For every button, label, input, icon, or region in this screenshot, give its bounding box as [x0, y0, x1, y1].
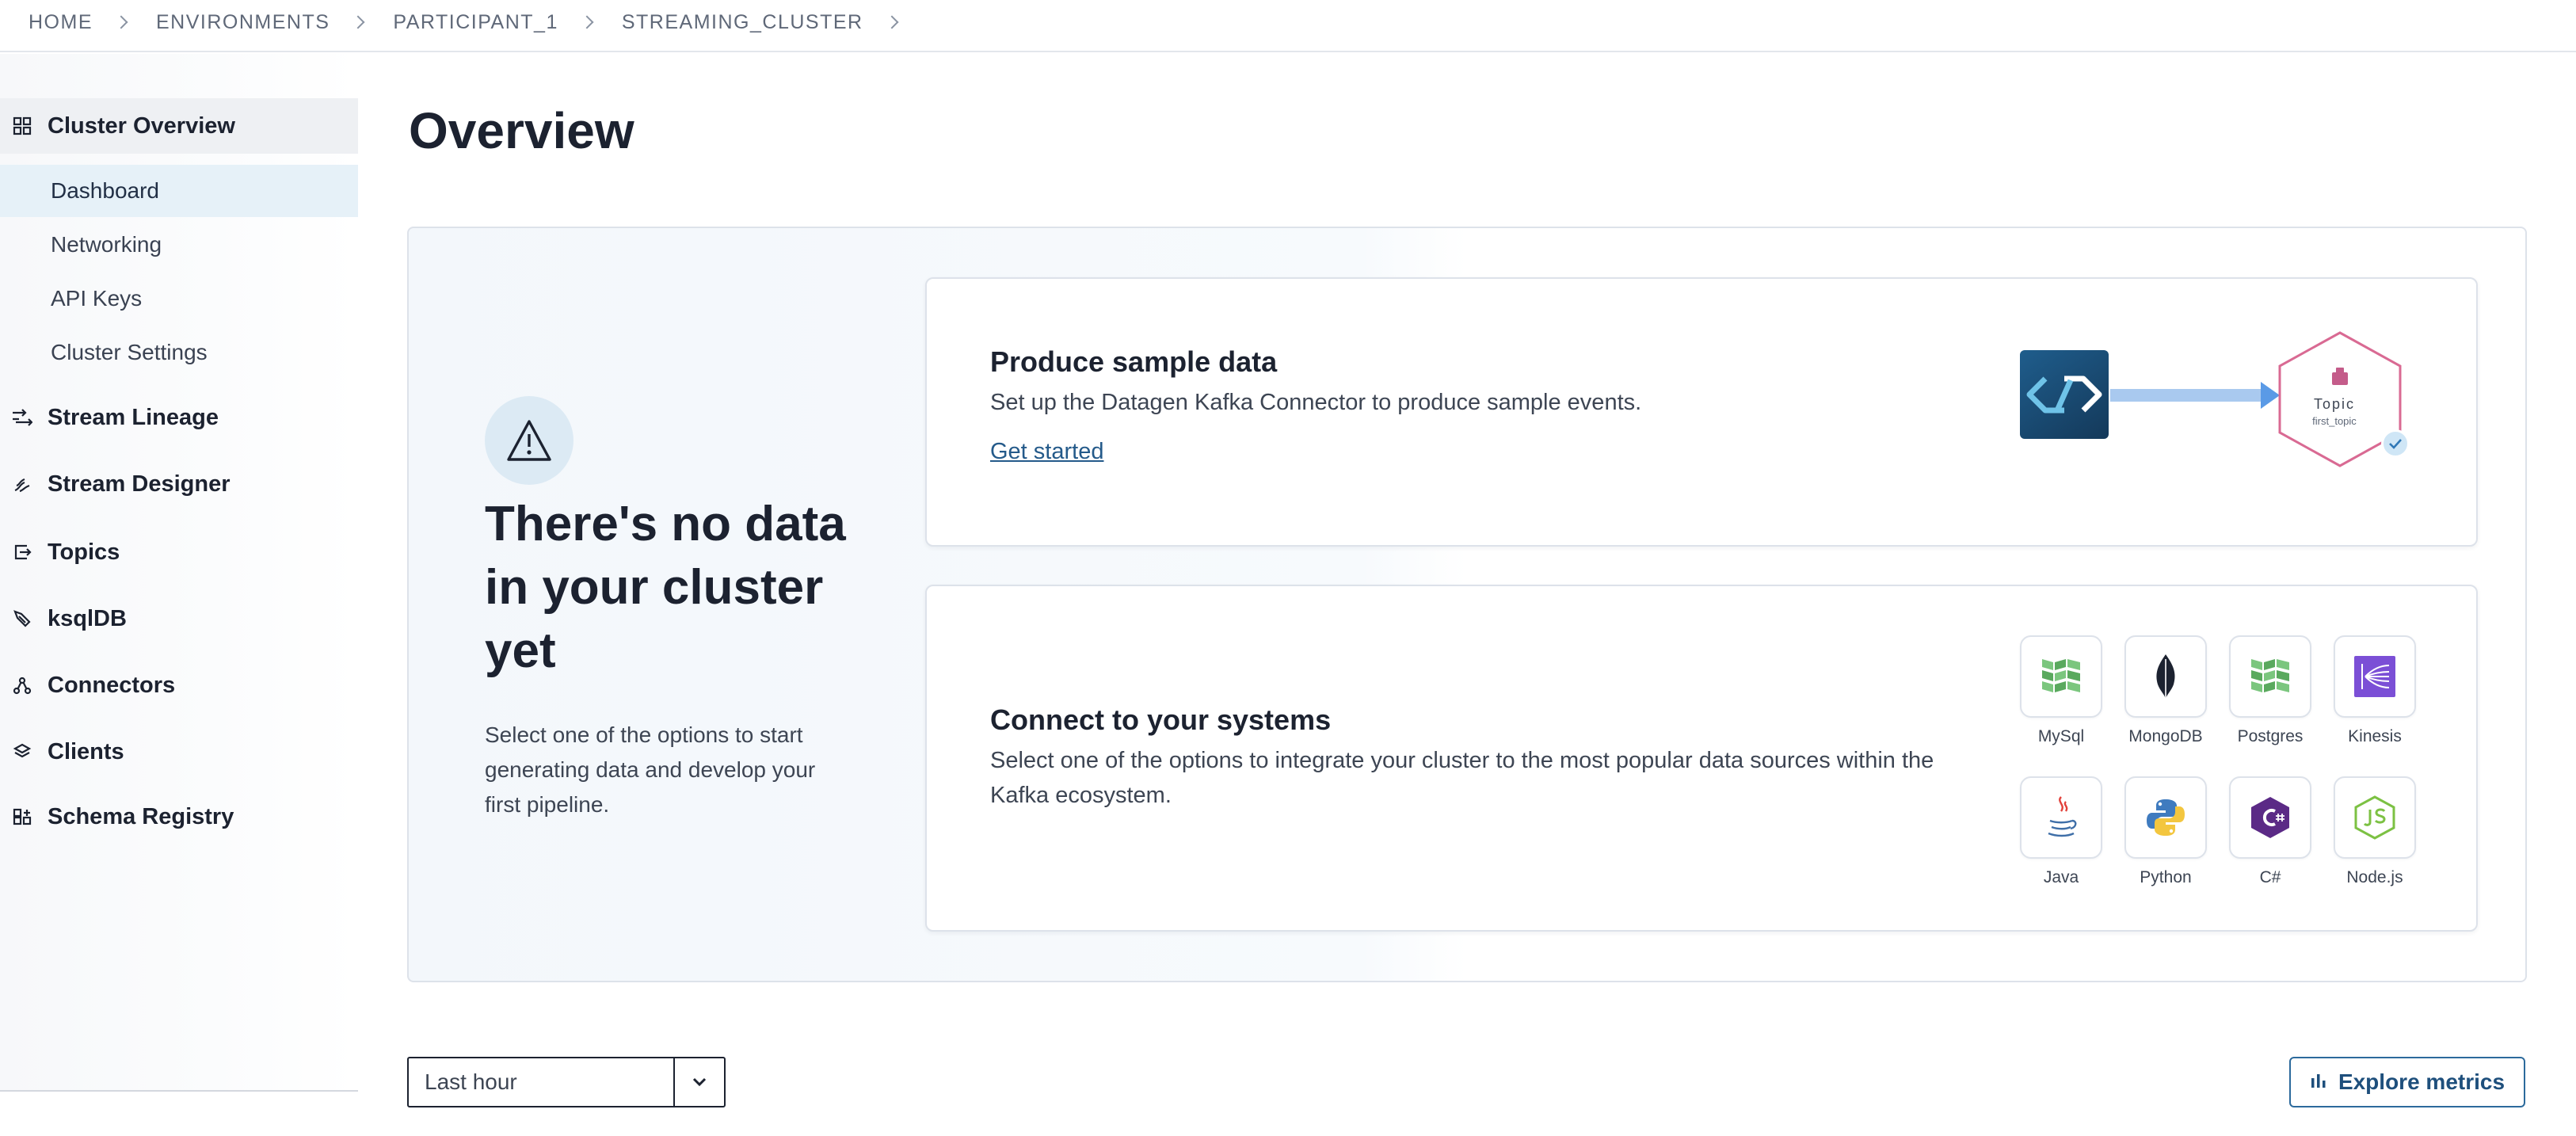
sidebar-item-cluster-settings[interactable]: Cluster Settings — [0, 326, 358, 379]
explore-metrics-label: Explore metrics — [2338, 1069, 2506, 1094]
time-range-select[interactable]: Last hour — [407, 1057, 726, 1107]
produce-sample-data-card: Produce sample data Set up the Datagen K… — [925, 277, 2478, 547]
breadcrumb-cluster[interactable]: STREAMING_CLUSTER — [622, 11, 863, 34]
mysql-tile[interactable] — [2020, 635, 2102, 718]
chevron-right-icon — [580, 15, 594, 29]
chevron-right-icon — [351, 15, 365, 29]
sidebar-item-clients[interactable]: Clients — [0, 724, 358, 780]
tile-label: Postgres — [2237, 727, 2304, 745]
connectors-icon — [11, 674, 33, 696]
chevron-right-icon — [885, 15, 899, 29]
stream-designer-icon — [11, 473, 33, 495]
sidebar-item-label: Networking — [51, 232, 162, 257]
page-title: Overview — [409, 102, 634, 159]
sidebar-item-networking[interactable]: Networking — [0, 219, 358, 271]
csharp-icon — [2251, 797, 2289, 838]
sidebar-item-topics[interactable]: Topics — [0, 524, 358, 580]
topics-icon — [11, 541, 33, 563]
card-description: Select one of the options to integrate y… — [990, 748, 1934, 808]
tile-label: Node.js — [2346, 868, 2403, 886]
sidebar-item-ksqldb[interactable]: ksqlDB — [0, 591, 358, 646]
sidebar-item-schema-registry[interactable]: Schema Registry — [0, 789, 358, 844]
schema-registry-icon — [11, 806, 33, 828]
lineage-icon — [11, 406, 33, 429]
check-icon — [2381, 429, 2410, 458]
sidebar-item-label: Topics — [48, 539, 120, 565]
sidebar-item-label: Cluster Overview — [48, 112, 235, 139]
warning-icon — [485, 396, 574, 485]
sidebar-item-label: ksqlDB — [48, 605, 127, 631]
breadcrumb: HOME ENVIRONMENTS PARTICIPANT_1 STREAMIN… — [29, 0, 927, 44]
sidebar-item-api-keys[interactable]: API Keys — [0, 273, 358, 325]
datagen-connector-icon — [2020, 350, 2109, 439]
breadcrumb-environments[interactable]: ENVIRONMENTS — [156, 11, 330, 34]
breadcrumb-home[interactable]: HOME — [29, 11, 93, 34]
get-started-link[interactable]: Get started — [990, 439, 1103, 465]
sidebar-item-label: Dashboard — [51, 178, 159, 203]
topic-label: Topic — [2313, 396, 2356, 412]
mongodb-leaf-icon — [2156, 654, 2175, 699]
sidebar-item-connectors[interactable]: Connectors — [0, 658, 358, 713]
python-icon — [2147, 799, 2185, 836]
sidebar-item-stream-designer[interactable]: Stream Designer — [0, 456, 358, 512]
postgres-tile[interactable] — [2229, 635, 2311, 718]
kinesis-icon — [2354, 656, 2395, 697]
chevron-down-icon[interactable] — [675, 1058, 724, 1106]
ksqldb-icon — [11, 608, 33, 630]
tile-label: Python — [2140, 868, 2192, 886]
mysql-icon — [2042, 659, 2080, 692]
python-tile[interactable] — [2124, 776, 2207, 859]
grid-icon — [11, 115, 33, 137]
sidebar-item-label: Stream Designer — [48, 471, 231, 497]
tile-label: Kinesis — [2348, 727, 2402, 745]
bar-chart-icon — [2310, 1072, 2327, 1093]
java-tile[interactable] — [2020, 776, 2102, 859]
card-title: Connect to your systems — [990, 703, 1332, 736]
topic-name: first_topic — [2312, 415, 2357, 427]
card-title: Produce sample data — [990, 345, 1278, 378]
explore-metrics-button[interactable]: Explore metrics — [2289, 1057, 2525, 1107]
nodejs-tile[interactable] — [2334, 776, 2416, 859]
top-bar: HOME ENVIRONMENTS PARTICIPANT_1 STREAMIN… — [0, 0, 2576, 52]
sidebar-item-dashboard[interactable]: Dashboard — [0, 165, 358, 217]
postgres-icon — [2251, 659, 2289, 692]
csharp-tile[interactable] — [2229, 776, 2311, 859]
sidebar: Cluster Overview Dashboard Networking AP… — [0, 54, 358, 1136]
sidebar-item-label: API Keys — [51, 286, 143, 311]
nodejs-icon — [2354, 795, 2395, 840]
sidebar-item-cluster-overview[interactable]: Cluster Overview — [0, 98, 358, 154]
sidebar-item-stream-lineage[interactable]: Stream Lineage — [0, 390, 358, 445]
clients-icon — [11, 741, 33, 763]
empty-state-title: There's no data in your cluster yet — [485, 497, 846, 678]
mongodb-tile[interactable] — [2124, 635, 2207, 718]
sidebar-divider — [0, 1090, 358, 1092]
flow-arrow — [2110, 389, 2262, 402]
tile-label: MongoDB — [2128, 727, 2203, 745]
card-description: Set up the Datagen Kafka Connector to pr… — [990, 390, 1642, 415]
tile-label: MySql — [2037, 727, 2085, 745]
chevron-right-icon — [114, 15, 128, 29]
sidebar-item-label: Schema Registry — [48, 803, 234, 829]
sidebar-item-label: Clients — [48, 738, 124, 764]
kinesis-tile[interactable] — [2334, 635, 2416, 718]
time-range-value: Last hour — [409, 1058, 675, 1106]
sidebar-item-label: Stream Lineage — [48, 404, 219, 430]
breadcrumb-participant[interactable]: PARTICIPANT_1 — [393, 11, 558, 34]
sidebar-item-label: Cluster Settings — [51, 340, 208, 364]
java-icon — [2048, 796, 2077, 837]
connect-systems-card: Connect to your systems Select one of th… — [925, 585, 2478, 932]
tile-label: C# — [2259, 868, 2281, 886]
empty-state-panel: There's no data in your cluster yet Sele… — [407, 227, 2527, 982]
empty-state-description: Select one of the options to start gener… — [485, 722, 816, 817]
tile-label: Java — [2043, 868, 2079, 886]
sidebar-item-label: Connectors — [48, 672, 176, 698]
